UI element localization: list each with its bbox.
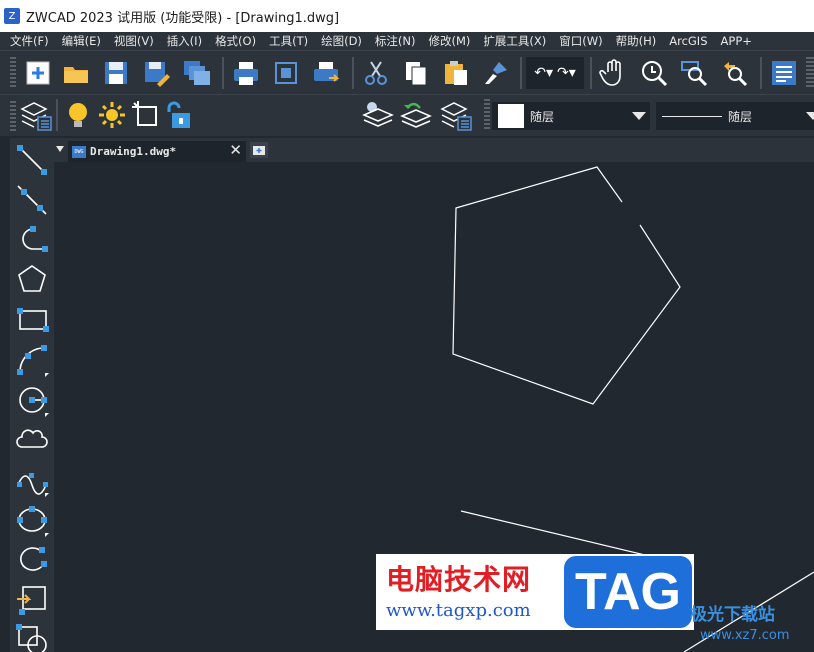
zoom-realtime-icon[interactable] bbox=[638, 57, 670, 89]
toolbar-separator bbox=[760, 57, 762, 89]
undo-redo-group: ↶▾ ↷▾ bbox=[526, 57, 584, 89]
polyline-icon[interactable] bbox=[14, 222, 50, 258]
color-swatch bbox=[498, 104, 524, 128]
construction-line-icon[interactable] bbox=[14, 182, 50, 218]
redo-icon[interactable]: ↷▾ bbox=[557, 65, 576, 81]
revision-cloud-icon[interactable] bbox=[14, 422, 50, 458]
new-tab-icon bbox=[253, 146, 265, 155]
pentagon-shape bbox=[452, 166, 681, 405]
close-icon[interactable]: ✕ bbox=[229, 142, 242, 160]
tab-drawing1[interactable]: DWG Drawing1.dwg* ✕ bbox=[68, 141, 246, 162]
menu-modify[interactable]: 修改(M) bbox=[429, 33, 471, 49]
sheet-set-icon[interactable] bbox=[180, 57, 212, 89]
color-dropdown[interactable]: 随层 bbox=[492, 102, 650, 130]
toolbar-separator bbox=[590, 57, 592, 89]
zoom-previous-icon[interactable] bbox=[718, 57, 750, 89]
cut-icon[interactable] bbox=[360, 57, 392, 89]
watermark-banner: 电脑技术网 www.tagxp.com TAG bbox=[376, 554, 694, 630]
watermark-site2: 极光下载站 bbox=[690, 605, 775, 625]
linetype-sample bbox=[662, 115, 722, 117]
tab-list-chevron-icon[interactable] bbox=[56, 146, 64, 152]
menu-arcgis[interactable]: ArcGIS bbox=[669, 34, 707, 48]
circle-icon[interactable] bbox=[14, 382, 50, 418]
menu-dimension[interactable]: 标注(N) bbox=[375, 33, 416, 49]
toolbar-grip[interactable] bbox=[10, 101, 16, 133]
watermark-site2-url: www.xz7.com bbox=[700, 628, 790, 643]
watermark-url: www.tagxp.com bbox=[386, 600, 531, 621]
publish-icon[interactable] bbox=[310, 57, 342, 89]
insert-block-icon[interactable] bbox=[14, 582, 50, 618]
menu-window[interactable]: 窗口(W) bbox=[559, 33, 602, 49]
layer-previous-icon[interactable] bbox=[400, 99, 432, 131]
properties-icon[interactable] bbox=[768, 57, 800, 89]
new-file-icon[interactable] bbox=[22, 57, 54, 89]
layer-states-icon[interactable] bbox=[440, 99, 472, 131]
menu-format[interactable]: 格式(O) bbox=[215, 33, 256, 49]
menu-view[interactable]: 视图(V) bbox=[114, 33, 154, 49]
polygon-icon[interactable] bbox=[14, 262, 50, 298]
pan-hand-icon[interactable] bbox=[598, 57, 630, 89]
menu-help[interactable]: 帮助(H) bbox=[616, 33, 657, 49]
menu-edit[interactable]: 编辑(E) bbox=[62, 33, 101, 49]
chevron-down-icon[interactable] bbox=[632, 112, 646, 120]
arc-icon[interactable] bbox=[14, 342, 50, 378]
toolbar-separator bbox=[520, 57, 522, 89]
standard-toolbar: ↶▾ ↷▾ bbox=[0, 50, 814, 94]
new-tab-button[interactable] bbox=[250, 142, 268, 158]
toolbar-grip[interactable] bbox=[806, 57, 814, 89]
menu-insert[interactable]: 插入(I) bbox=[167, 33, 202, 49]
toolbar-separator bbox=[56, 99, 58, 131]
zwcad-logo-icon: Z bbox=[4, 8, 20, 24]
layer-on-bulb-icon[interactable] bbox=[62, 99, 94, 131]
layer-unlock-icon[interactable] bbox=[162, 99, 194, 131]
ellipse-icon[interactable] bbox=[14, 502, 50, 538]
window-title: ZWCAD 2023 试用版 (功能受限) - [Drawing1.dwg] bbox=[26, 10, 340, 26]
undo-icon[interactable]: ↶▾ bbox=[534, 65, 553, 81]
toolbar-separator bbox=[222, 57, 224, 89]
linetype-label: 随层 bbox=[728, 109, 753, 124]
line-icon[interactable] bbox=[14, 142, 50, 178]
make-block-icon[interactable] bbox=[14, 622, 50, 652]
menu-file[interactable]: 文件(F) bbox=[10, 33, 49, 49]
watermark-title: 电脑技术网 bbox=[386, 563, 532, 596]
print-icon[interactable] bbox=[230, 57, 262, 89]
document-tab-bar: DWG Drawing1.dwg* ✕ bbox=[54, 138, 814, 162]
rectangle-icon[interactable] bbox=[14, 302, 50, 338]
make-object-layer-current-icon[interactable] bbox=[362, 99, 394, 131]
menu-tools[interactable]: 工具(T) bbox=[269, 33, 308, 49]
watermark-tag-logo: TAG bbox=[564, 556, 692, 628]
menu-draw[interactable]: 绘图(D) bbox=[321, 33, 362, 49]
dwg-file-icon: DWG bbox=[72, 145, 86, 158]
zoom-window-icon[interactable] bbox=[678, 57, 710, 89]
paste-icon[interactable] bbox=[440, 57, 472, 89]
toolbar-separator bbox=[352, 57, 354, 89]
layer-viewport-icon[interactable] bbox=[130, 99, 162, 131]
save-icon[interactable] bbox=[100, 57, 132, 89]
toolbar-grip[interactable] bbox=[10, 57, 16, 89]
spline-icon[interactable] bbox=[14, 462, 50, 498]
draw-toolbar bbox=[10, 138, 54, 652]
menu-bar: 文件(F) 编辑(E) 视图(V) 插入(I) 格式(O) 工具(T) 绘图(D… bbox=[0, 32, 814, 50]
open-folder-icon[interactable] bbox=[60, 57, 92, 89]
menu-app-plus[interactable]: APP+ bbox=[721, 34, 752, 48]
toolbar-grip[interactable] bbox=[484, 99, 490, 131]
match-properties-icon[interactable] bbox=[480, 57, 512, 89]
tab-label: Drawing1.dwg* bbox=[90, 145, 177, 158]
copy-icon[interactable] bbox=[400, 57, 432, 89]
color-label: 随层 bbox=[530, 109, 555, 124]
print-preview-icon[interactable] bbox=[270, 57, 302, 89]
layer-thaw-sun-icon[interactable] bbox=[96, 99, 128, 131]
layer-manager-icon[interactable] bbox=[20, 99, 52, 131]
ellipse-arc-icon[interactable] bbox=[14, 542, 50, 578]
linetype-dropdown[interactable]: 随层 bbox=[656, 102, 814, 130]
save-as-icon[interactable] bbox=[140, 57, 172, 89]
title-bar: Z ZWCAD 2023 试用版 (功能受限) - [Drawing1.dwg] bbox=[0, 0, 814, 32]
chevron-down-icon[interactable] bbox=[806, 112, 814, 120]
menu-extensions[interactable]: 扩展工具(X) bbox=[483, 33, 546, 49]
